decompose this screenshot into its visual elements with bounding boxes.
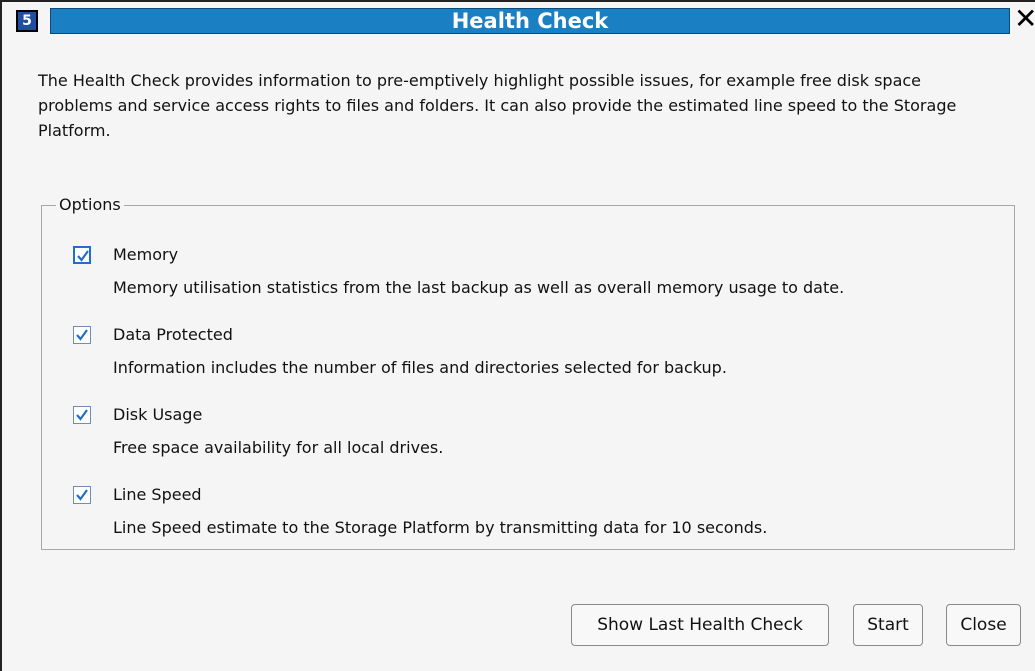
line-speed-checkbox[interactable] xyxy=(73,486,91,504)
memory-checkbox[interactable] xyxy=(73,246,91,264)
checkmark-icon xyxy=(76,409,88,421)
health-check-window: 5 Health Check ✕ The Health Check provid… xyxy=(0,0,1035,671)
window-title: Health Check xyxy=(451,9,609,33)
option-description: Memory utilisation statistics from the l… xyxy=(113,278,845,297)
option-description: Information includes the number of files… xyxy=(113,358,727,377)
option-label[interactable]: Data Protected xyxy=(113,325,233,345)
app-icon[interactable]: 5 xyxy=(16,10,38,32)
option-description: Line Speed estimate to the Storage Platf… xyxy=(113,518,768,537)
show-last-health-check-button[interactable]: Show Last Health Check xyxy=(571,604,829,646)
options-group: Options Memory Memory utilisation statis… xyxy=(41,195,1015,550)
disk-usage-checkbox[interactable] xyxy=(73,406,91,424)
close-button[interactable]: Close xyxy=(946,604,1021,646)
checkmark-icon xyxy=(76,329,88,341)
option-label[interactable]: Line Speed xyxy=(113,485,202,505)
data-protected-checkbox[interactable] xyxy=(73,326,91,344)
title-bar-fill: Health Check xyxy=(50,8,1010,34)
description-text: The Health Check provides information to… xyxy=(38,71,957,140)
checkmark-icon xyxy=(76,489,88,501)
option-description: Free space availability for all local dr… xyxy=(113,438,444,457)
checkmark-icon xyxy=(77,250,89,262)
close-icon[interactable]: ✕ xyxy=(1014,4,1035,34)
option-label[interactable]: Memory xyxy=(113,245,178,265)
title-bar: 5 Health Check ✕ xyxy=(2,2,1035,38)
options-legend: Options xyxy=(56,195,124,215)
option-label[interactable]: Disk Usage xyxy=(113,405,202,425)
start-button[interactable]: Start xyxy=(853,604,923,646)
